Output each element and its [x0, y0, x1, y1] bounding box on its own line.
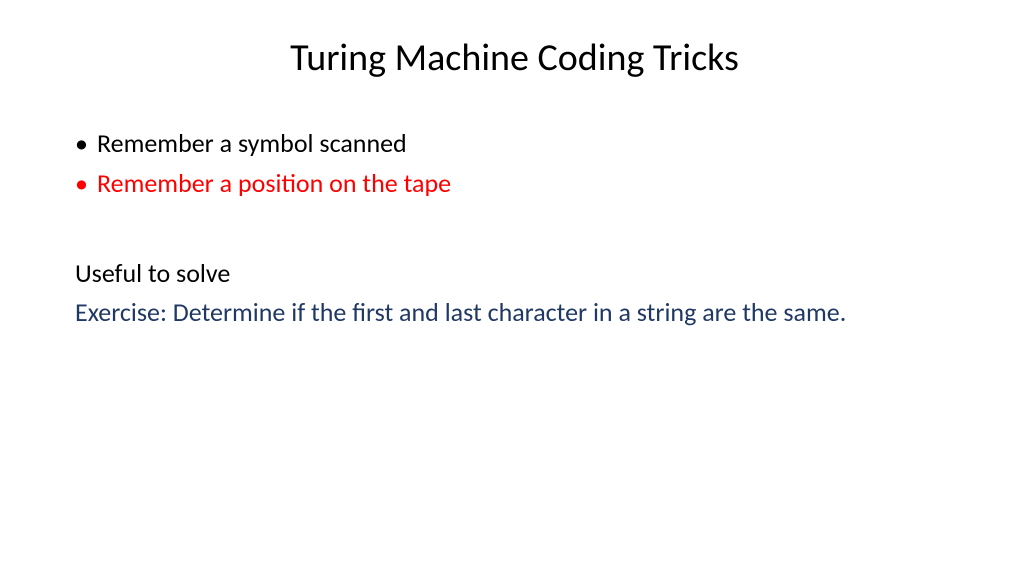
exercise-text: Exercise: Determine if the first and las…	[75, 295, 954, 329]
slide-content: Remember a symbol scanned Remember a pos…	[75, 126, 954, 330]
slide-title: Turing Machine Coding Tricks	[75, 35, 954, 81]
bullet-list: Remember a symbol scanned Remember a pos…	[75, 126, 954, 201]
subtitle-text: Useful to solve	[75, 256, 954, 291]
bullet-item-2: Remember a position on the tape	[75, 166, 954, 201]
bullet-item-1: Remember a symbol scanned	[75, 126, 954, 161]
